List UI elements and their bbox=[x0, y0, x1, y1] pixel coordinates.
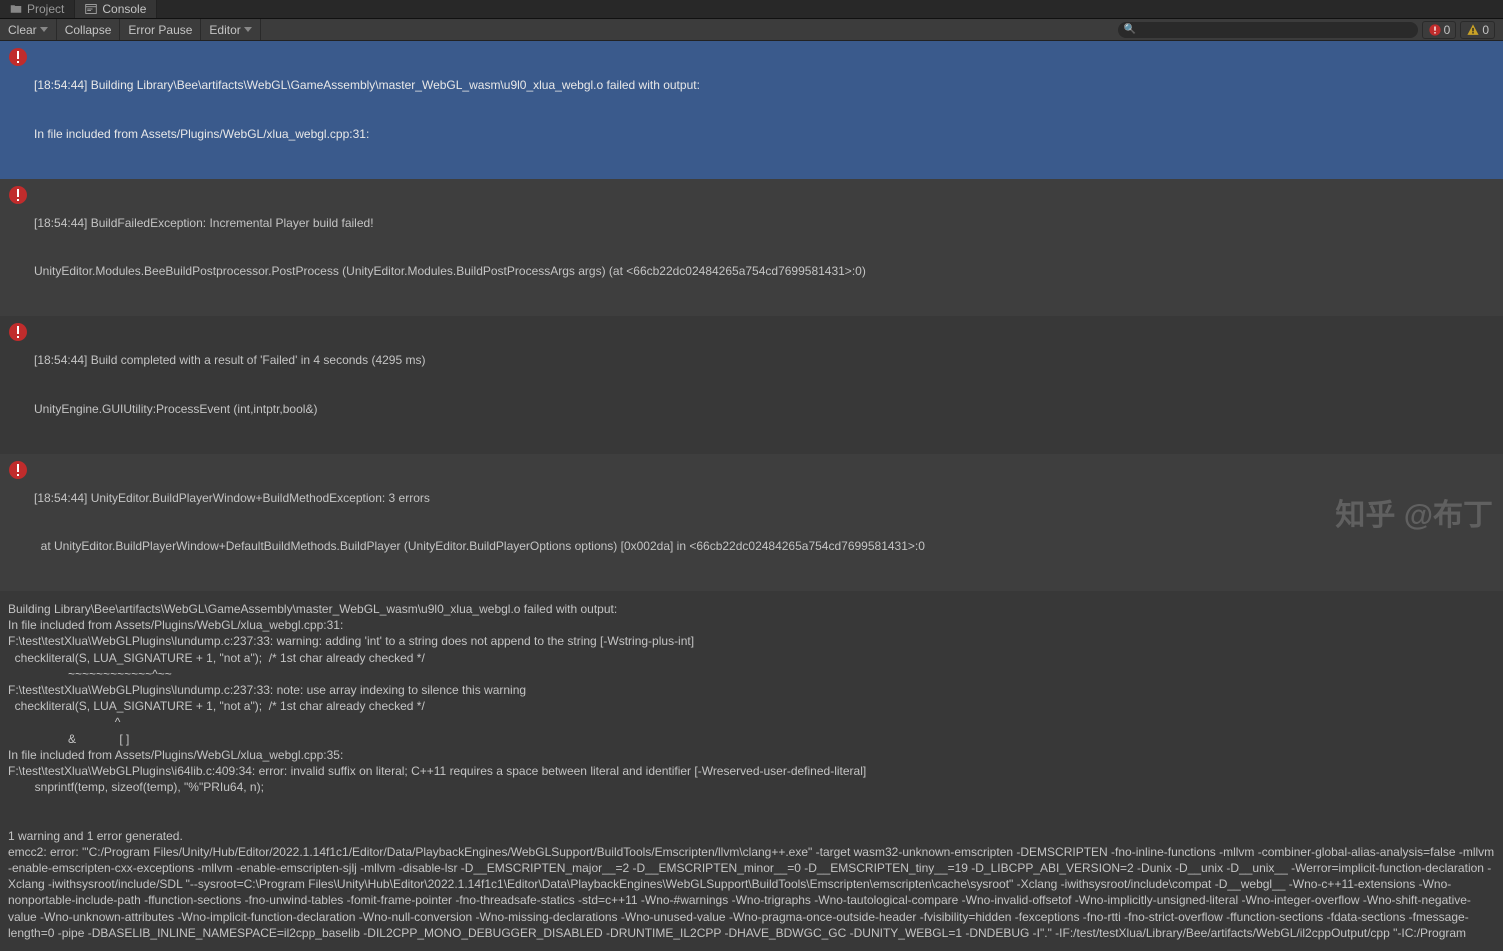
console-entry-line2: In file included from Assets/Plugins/Web… bbox=[34, 126, 700, 142]
error-icon bbox=[8, 322, 28, 342]
error-icon bbox=[8, 460, 28, 480]
chevron-down-icon bbox=[40, 27, 48, 32]
error-icon bbox=[1428, 23, 1442, 37]
console-entry-line1: [18:54:44] BuildFailedException: Increme… bbox=[34, 215, 866, 231]
console-list: [18:54:44] Building Library\Bee\artifact… bbox=[0, 41, 1503, 591]
console-entry-line1: [18:54:44] Build completed with a result… bbox=[34, 352, 425, 368]
error-pause-button[interactable]: Error Pause bbox=[120, 19, 201, 40]
console-entry[interactable]: [18:54:44] BuildFailedException: Increme… bbox=[0, 179, 1503, 317]
warning-count-badge[interactable]: 0 bbox=[1460, 21, 1495, 39]
tab-project[interactable]: Project bbox=[0, 0, 75, 18]
console-entry[interactable]: [18:54:44] UnityEditor.BuildPlayerWindow… bbox=[0, 454, 1503, 592]
console-entry-line2: at UnityEditor.BuildPlayerWindow+Default… bbox=[34, 538, 925, 554]
tab-bar: Project Console bbox=[0, 0, 1503, 19]
collapse-button[interactable]: Collapse bbox=[57, 19, 121, 40]
warning-icon bbox=[1466, 23, 1480, 37]
console-entry-line1: [18:54:44] Building Library\Bee\artifact… bbox=[34, 77, 700, 93]
clear-button[interactable]: Clear bbox=[0, 19, 57, 40]
search-icon: 🔍 bbox=[1124, 24, 1136, 35]
console-entry-line1: [18:54:44] UnityEditor.BuildPlayerWindow… bbox=[34, 490, 925, 506]
folder-icon bbox=[10, 3, 22, 15]
tab-project-label: Project bbox=[27, 2, 64, 16]
console-entry-line2: UnityEngine.GUIUtility:ProcessEvent (int… bbox=[34, 401, 425, 417]
search-input[interactable] bbox=[1118, 22, 1418, 38]
console-toolbar: Clear Collapse Error Pause Editor 🔍 0 0 bbox=[0, 19, 1503, 41]
console-entry[interactable]: [18:54:44] Building Library\Bee\artifact… bbox=[0, 41, 1503, 179]
error-count-badge[interactable]: 0 bbox=[1422, 21, 1457, 39]
chevron-down-icon bbox=[244, 27, 252, 32]
console-detail-pane[interactable]: Building Library\Bee\artifacts\WebGL\Gam… bbox=[0, 591, 1503, 951]
console-entry[interactable]: [18:54:44] Build completed with a result… bbox=[0, 316, 1503, 454]
console-icon bbox=[85, 3, 97, 15]
error-icon bbox=[8, 47, 28, 67]
tab-console[interactable]: Console bbox=[75, 0, 157, 18]
editor-button[interactable]: Editor bbox=[201, 19, 260, 40]
error-icon bbox=[8, 185, 28, 205]
console-entry-line2: UnityEditor.Modules.BeeBuildPostprocesso… bbox=[34, 263, 866, 279]
tab-console-label: Console bbox=[102, 2, 146, 16]
